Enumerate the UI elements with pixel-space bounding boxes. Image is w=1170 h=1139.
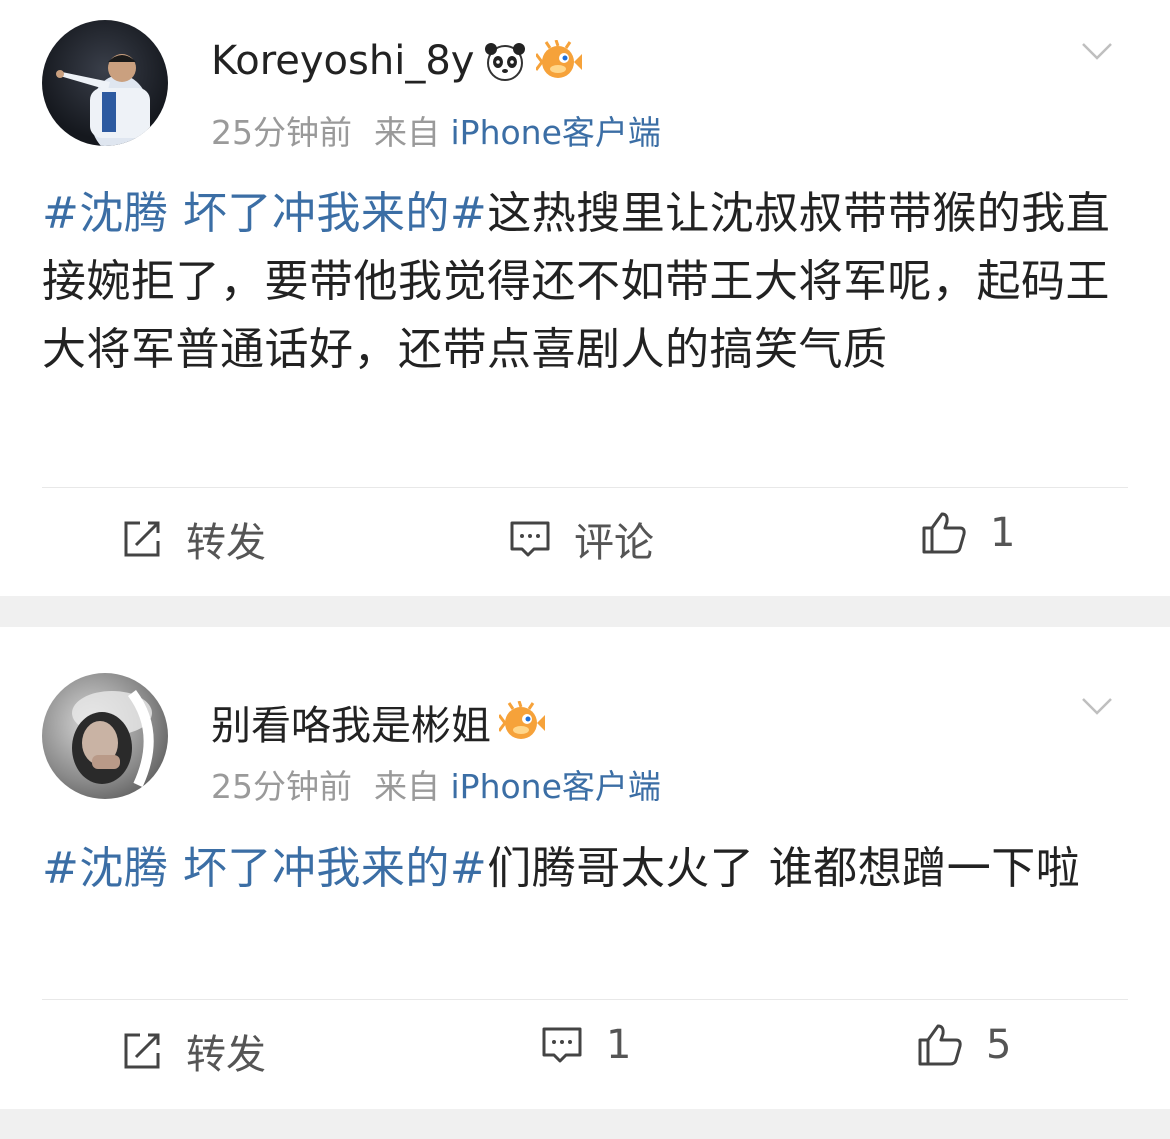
repost-icon [124, 521, 160, 557]
post-content: #沈腾 坏了冲我来的#这热搜里让沈叔叔带带猴的我直接婉拒了，要带他我觉得还不如带… [42, 180, 1118, 384]
repost-button[interactable]: 转发 [120, 510, 266, 568]
post-meta: 25分钟前 来自 iPhone客户端 [211, 760, 661, 808]
weibo-post: 别看咯我是彬姐 25分钟前 来自 iPhone客户端 #沈腾 坏了冲我来的#们腾哥… [0, 627, 1170, 1109]
repost-icon [124, 1033, 160, 1069]
username[interactable]: Koreyoshi_8y [211, 38, 583, 84]
source-link[interactable]: iPhone客户端 [451, 113, 661, 152]
source-prefix: 来自 [374, 113, 440, 152]
repost-button[interactable]: 转发 [120, 1022, 266, 1080]
post-text: 们腾哥太火了 谁都想蹭一下啦 [487, 843, 1081, 894]
like-count: 1 [990, 510, 1016, 556]
comment-button[interactable]: 评论 [508, 510, 654, 568]
chevron-down-icon[interactable] [1080, 34, 1114, 68]
comment-count: 1 [606, 1022, 632, 1068]
chevron-down-icon[interactable] [1080, 689, 1114, 723]
post-separator [0, 1109, 1170, 1139]
weibo-post: Koreyoshi_8y 25分钟前 来自 iPhone客户端 #沈腾 坏了冲我来… [0, 0, 1170, 596]
panda-icon [485, 43, 526, 81]
divider [42, 487, 1128, 488]
repost-label: 转发 [186, 520, 266, 566]
post-time: 25分钟前 [211, 767, 352, 806]
avatar[interactable] [42, 20, 168, 146]
comment-button[interactable]: 1 [540, 1022, 631, 1068]
like-button[interactable]: 1 [920, 510, 1015, 556]
thumbs-up-icon [918, 1024, 962, 1066]
divider [42, 999, 1128, 1000]
like-button[interactable]: 5 [916, 1022, 1011, 1068]
comment-label: 评论 [574, 520, 654, 566]
avatar[interactable] [42, 673, 168, 799]
post-time: 25分钟前 [211, 113, 352, 152]
source-link[interactable]: iPhone客户端 [451, 767, 661, 806]
post-meta: 25分钟前 来自 iPhone客户端 [211, 106, 661, 154]
comment-icon [542, 1027, 582, 1063]
post-content: #沈腾 坏了冲我来的#们腾哥太火了 谁都想蹭一下啦 [42, 835, 1118, 903]
repost-label: 转发 [186, 1032, 266, 1078]
action-bar: 转发 评论 1 [0, 510, 1170, 574]
post-separator [0, 596, 1170, 627]
pufferfish-icon [499, 701, 545, 739]
source-prefix: 来自 [374, 767, 440, 806]
topic-link[interactable]: #沈腾 坏了冲我来的# [42, 188, 487, 239]
comment-icon [510, 521, 550, 557]
action-bar: 转发 1 5 [0, 1022, 1170, 1086]
like-count: 5 [986, 1022, 1012, 1068]
username[interactable]: 别看咯我是彬姐 [211, 693, 545, 751]
thumbs-up-icon [922, 512, 966, 554]
topic-link[interactable]: #沈腾 坏了冲我来的# [42, 843, 487, 894]
pufferfish-icon [536, 40, 583, 78]
